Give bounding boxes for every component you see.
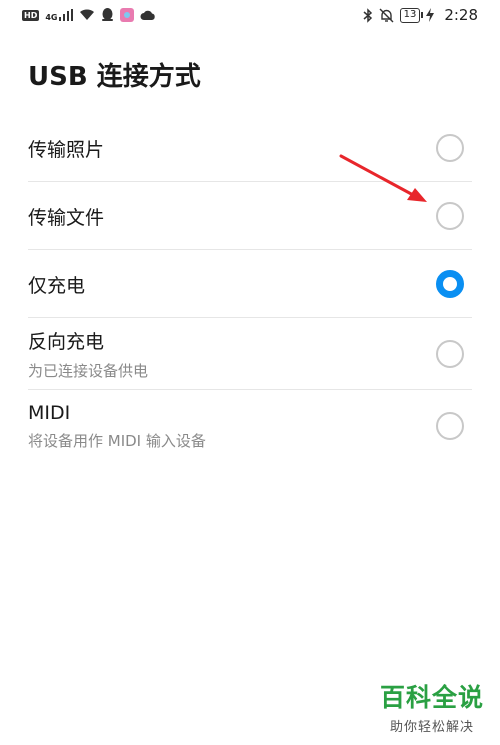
qq-icon: [102, 8, 114, 21]
option-charge-only[interactable]: 仅充电: [0, 250, 500, 318]
mute-icon: [379, 8, 394, 22]
charging-icon: [426, 8, 435, 22]
page-title: USB 连接方式: [28, 62, 201, 92]
radio-button-selected[interactable]: [436, 270, 464, 298]
radio-button[interactable]: [436, 340, 464, 368]
option-description: 为已连接设备供电: [28, 362, 149, 380]
option-midi[interactable]: MIDI 将设备用作 MIDI 输入设备: [0, 390, 500, 462]
status-bar-left: HD 4G: [22, 8, 156, 22]
annotation-arrow-icon: [339, 154, 427, 202]
status-bar: HD 4G 13 2:28: [0, 0, 500, 30]
option-label: 反向充电: [28, 331, 105, 353]
cloud-icon: [140, 10, 156, 20]
option-label: 仅充电: [28, 274, 86, 297]
watermark-title: 百科全说: [379, 683, 484, 712]
option-reverse-charging[interactable]: 反向充电 为已连接设备供电: [0, 318, 500, 390]
option-description: 将设备用作 MIDI 输入设备: [28, 431, 206, 450]
radio-button[interactable]: [436, 134, 464, 162]
status-bar-right: 13 2:28: [363, 6, 478, 24]
watermark: 百科全说 助你轻松解决: [380, 678, 484, 735]
option-label: MIDI: [28, 401, 71, 424]
watermark-subtitle: 助你轻松解决: [389, 720, 474, 735]
wifi-icon: [80, 9, 95, 20]
hd-badge: HD: [22, 9, 40, 21]
battery-icon: 13: [399, 7, 424, 23]
radio-button[interactable]: [436, 202, 464, 230]
radio-button[interactable]: [436, 412, 464, 440]
signal-icon: [59, 9, 74, 21]
clock: 2:28: [444, 6, 478, 24]
bluetooth-icon: [363, 7, 372, 23]
network-type: 4G: [45, 13, 58, 22]
app-icon: [120, 8, 135, 22]
